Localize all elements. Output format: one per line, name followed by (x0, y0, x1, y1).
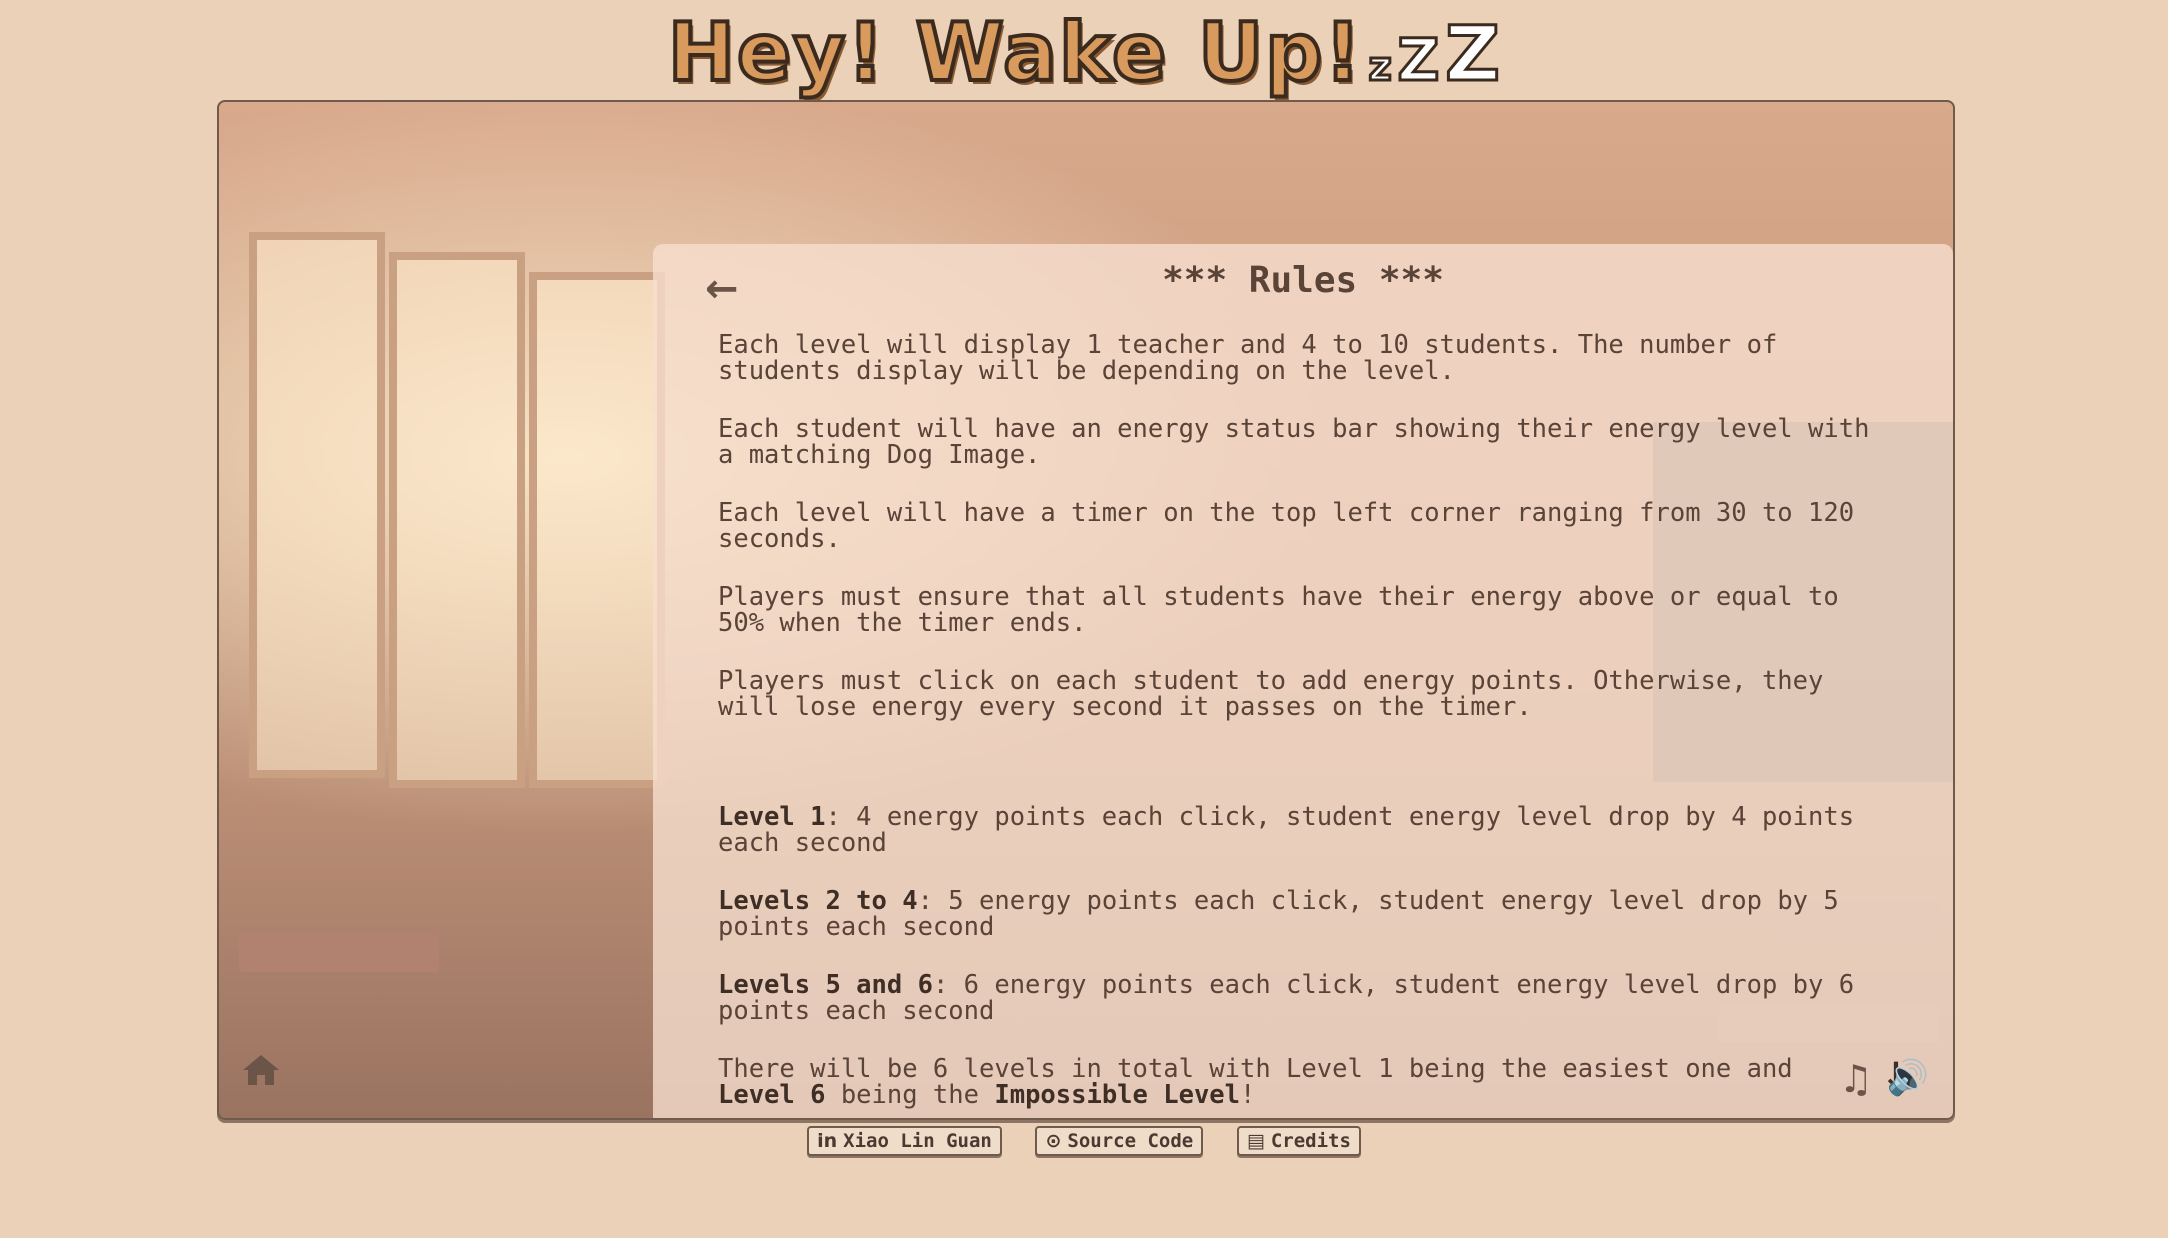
link-label: Source Code (1067, 1130, 1194, 1152)
rule-paragraph: Players must ensure that all students ha… (718, 582, 1839, 638)
level-rule: Levels 5 and 6: 6 energy points each cli… (718, 972, 1908, 1024)
rules-title: *** Rules *** (1162, 260, 1444, 301)
final-bold-impossible: Impossible Level (994, 1080, 1240, 1110)
link-label: Xiao Lin Guan (843, 1130, 992, 1152)
level-rule: Levels 2 to 4: 5 energy points each clic… (718, 888, 1908, 940)
linkedin-link-button[interactable]: in Xiao Lin Guan (807, 1126, 1002, 1156)
sleep-z-mid: Z (1396, 25, 1441, 96)
classroom-window (529, 272, 665, 788)
sleep-z-small: z (1367, 43, 1393, 92)
link-label: Credits (1270, 1130, 1351, 1152)
book-icon: ▤ (1246, 1130, 1265, 1152)
final-text: being the (825, 1080, 995, 1110)
classroom-desk (239, 932, 439, 972)
level-rule: Level 1: 4 energy points each click, stu… (718, 804, 1908, 856)
rule-paragraph: Each level will have a timer on the top … (718, 498, 1855, 554)
final-text: ! (1240, 1080, 1256, 1110)
rule-paragraph: Each level will display 1 teacher and 4 … (718, 330, 1778, 386)
game-title: Hey! Wake Up! z Z Z (0, 4, 2168, 101)
rule-paragraph: Players must click on each student to ad… (718, 666, 1824, 722)
github-icon: ⊙ (1045, 1130, 1062, 1152)
sound-icon[interactable]: 🔊 (1887, 1058, 1929, 1098)
source-code-link-button[interactable]: ⊙ Source Code (1035, 1126, 1204, 1156)
classroom-window (249, 232, 385, 778)
game-frame: ← *** Rules *** Each level will display … (217, 100, 1955, 1120)
rules-text: Each level will display 1 teacher and 4 … (718, 330, 1908, 1118)
rule-paragraph: Each student will have an energy status … (718, 414, 1870, 470)
sleep-z-large: Z (1443, 8, 1501, 100)
home-icon-svg (243, 1055, 279, 1085)
classroom-window (389, 252, 525, 788)
rules-panel: ← *** Rules *** Each level will display … (653, 244, 1953, 1118)
linkedin-icon: in (817, 1130, 838, 1152)
music-icon[interactable]: ♫ (1839, 1057, 1873, 1101)
game-title-text: Hey! Wake Up! (666, 4, 1363, 101)
credits-link-button[interactable]: ▤ Credits (1236, 1126, 1361, 1156)
footer-links: in Xiao Lin Guan ⊙ Source Code ▤ Credits (0, 1126, 2168, 1156)
final-bold-level: Level 6 (718, 1080, 826, 1110)
home-icon[interactable] (241, 1052, 281, 1092)
level-description: : 4 energy points each click, student en… (718, 802, 1855, 858)
final-rule: There will be 6 levels in total with Lev… (718, 1056, 1908, 1108)
